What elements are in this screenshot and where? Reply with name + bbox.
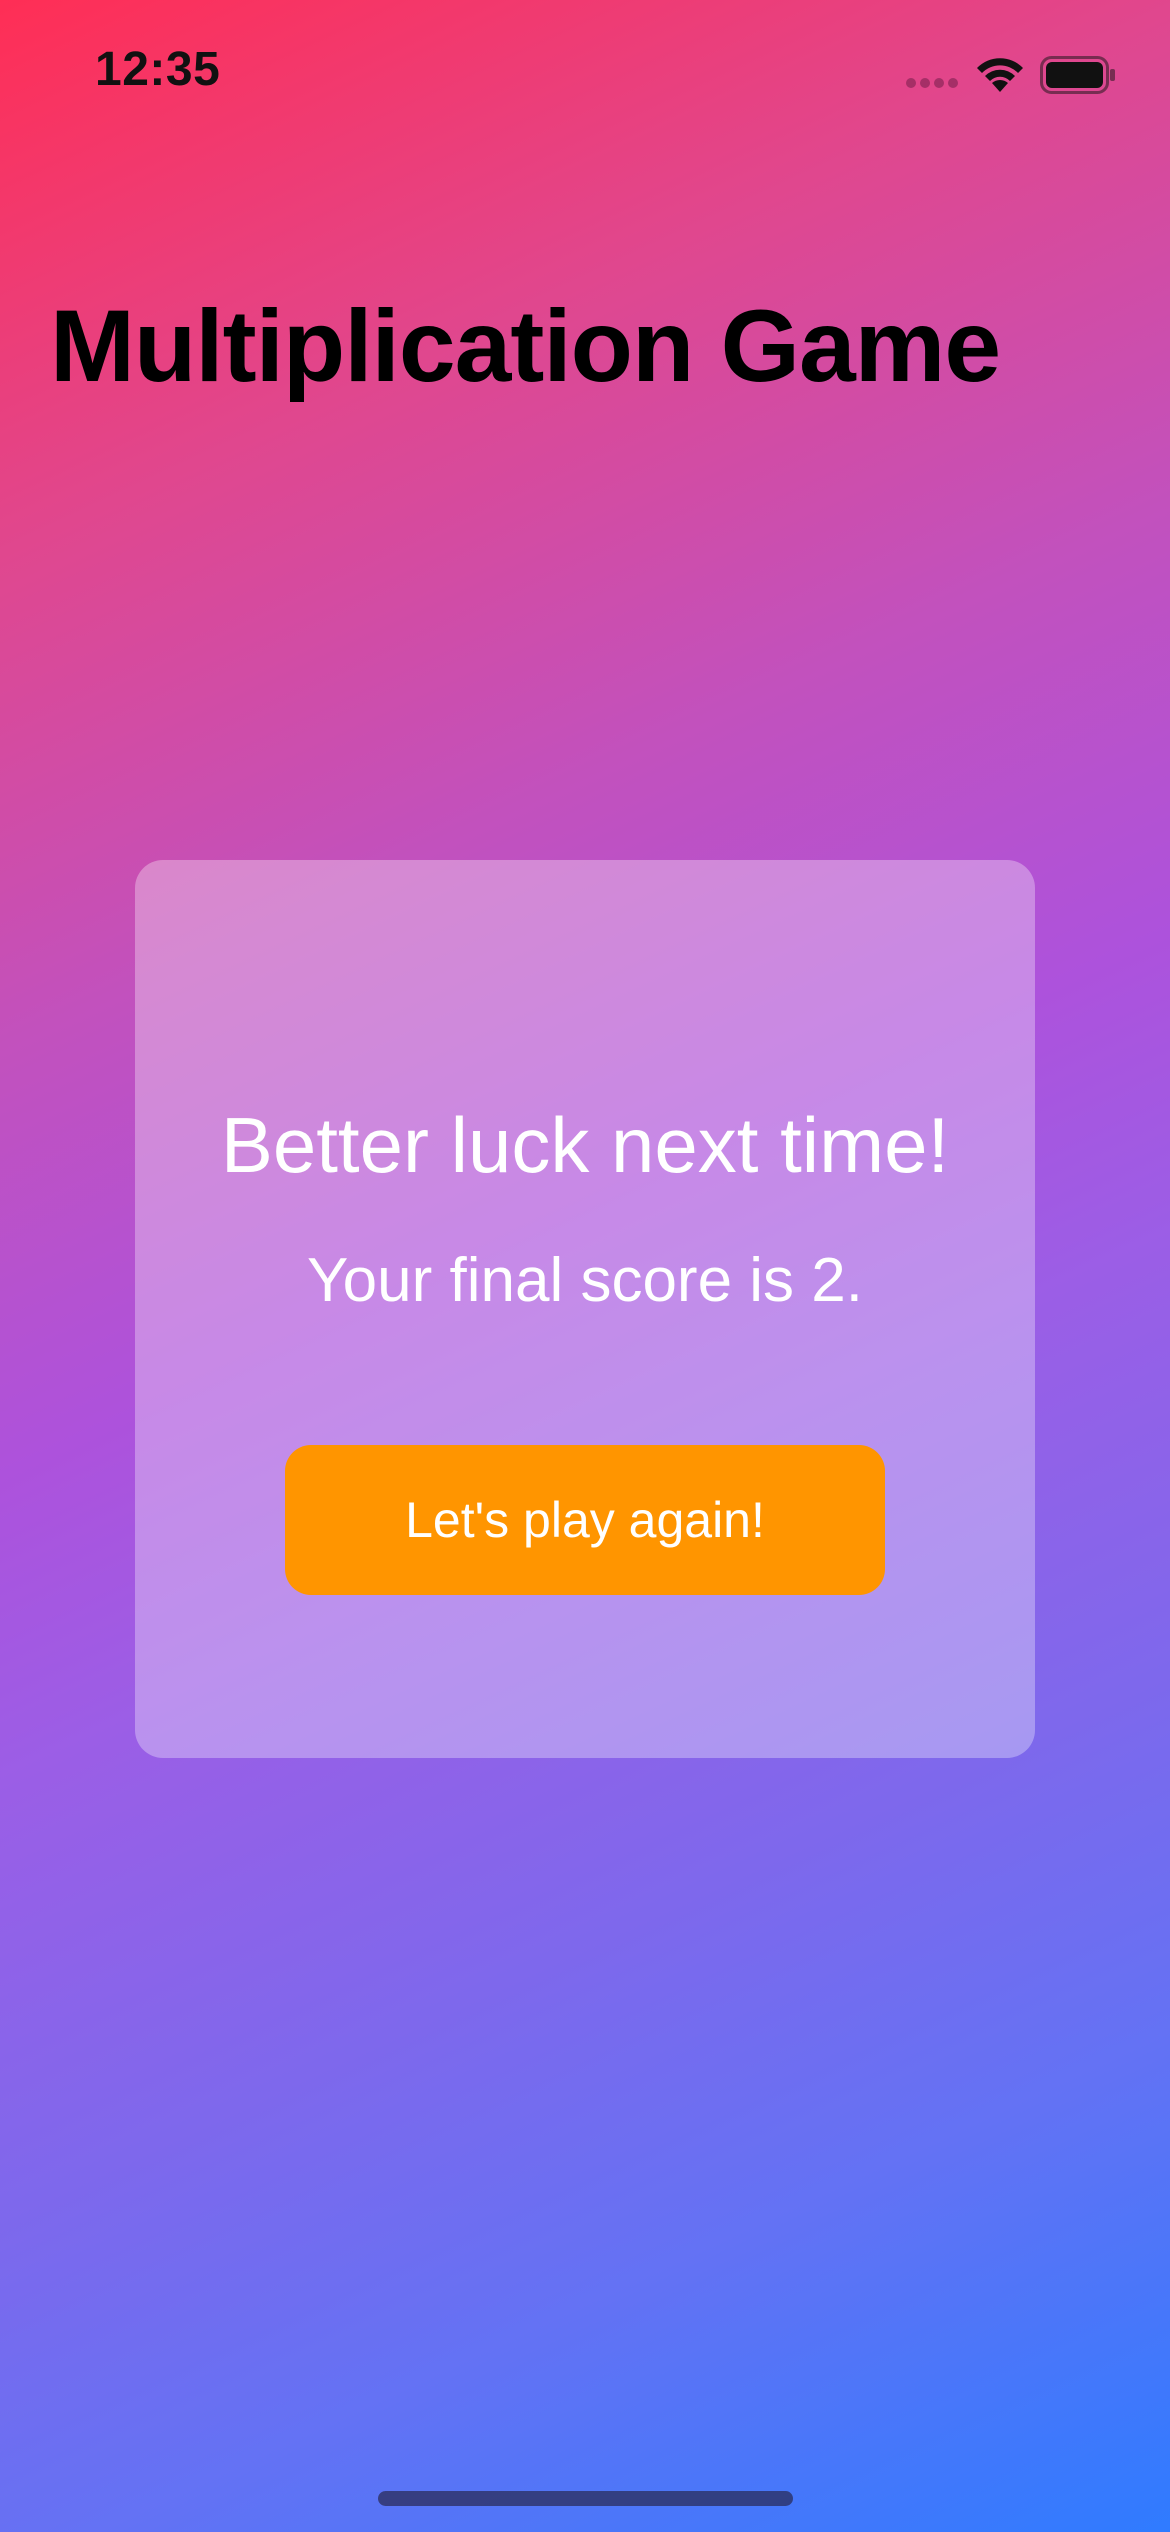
- final-score-text: Your final score is 2.: [306, 1246, 863, 1315]
- page-title: Multiplication Game: [50, 289, 1001, 403]
- status-time: 12:35: [95, 43, 221, 96]
- home-indicator[interactable]: [378, 2491, 793, 2506]
- result-heading: Better luck next time!: [220, 1101, 950, 1189]
- battery-icon: [1040, 56, 1115, 94]
- play-again-button[interactable]: Let's play again!: [285, 1445, 885, 1595]
- status-bar: 12:35: [0, 0, 1170, 150]
- result-card: Better luck next time! Your final score …: [135, 860, 1035, 1758]
- signal-icon: [906, 78, 960, 90]
- wifi-icon: [977, 58, 1023, 92]
